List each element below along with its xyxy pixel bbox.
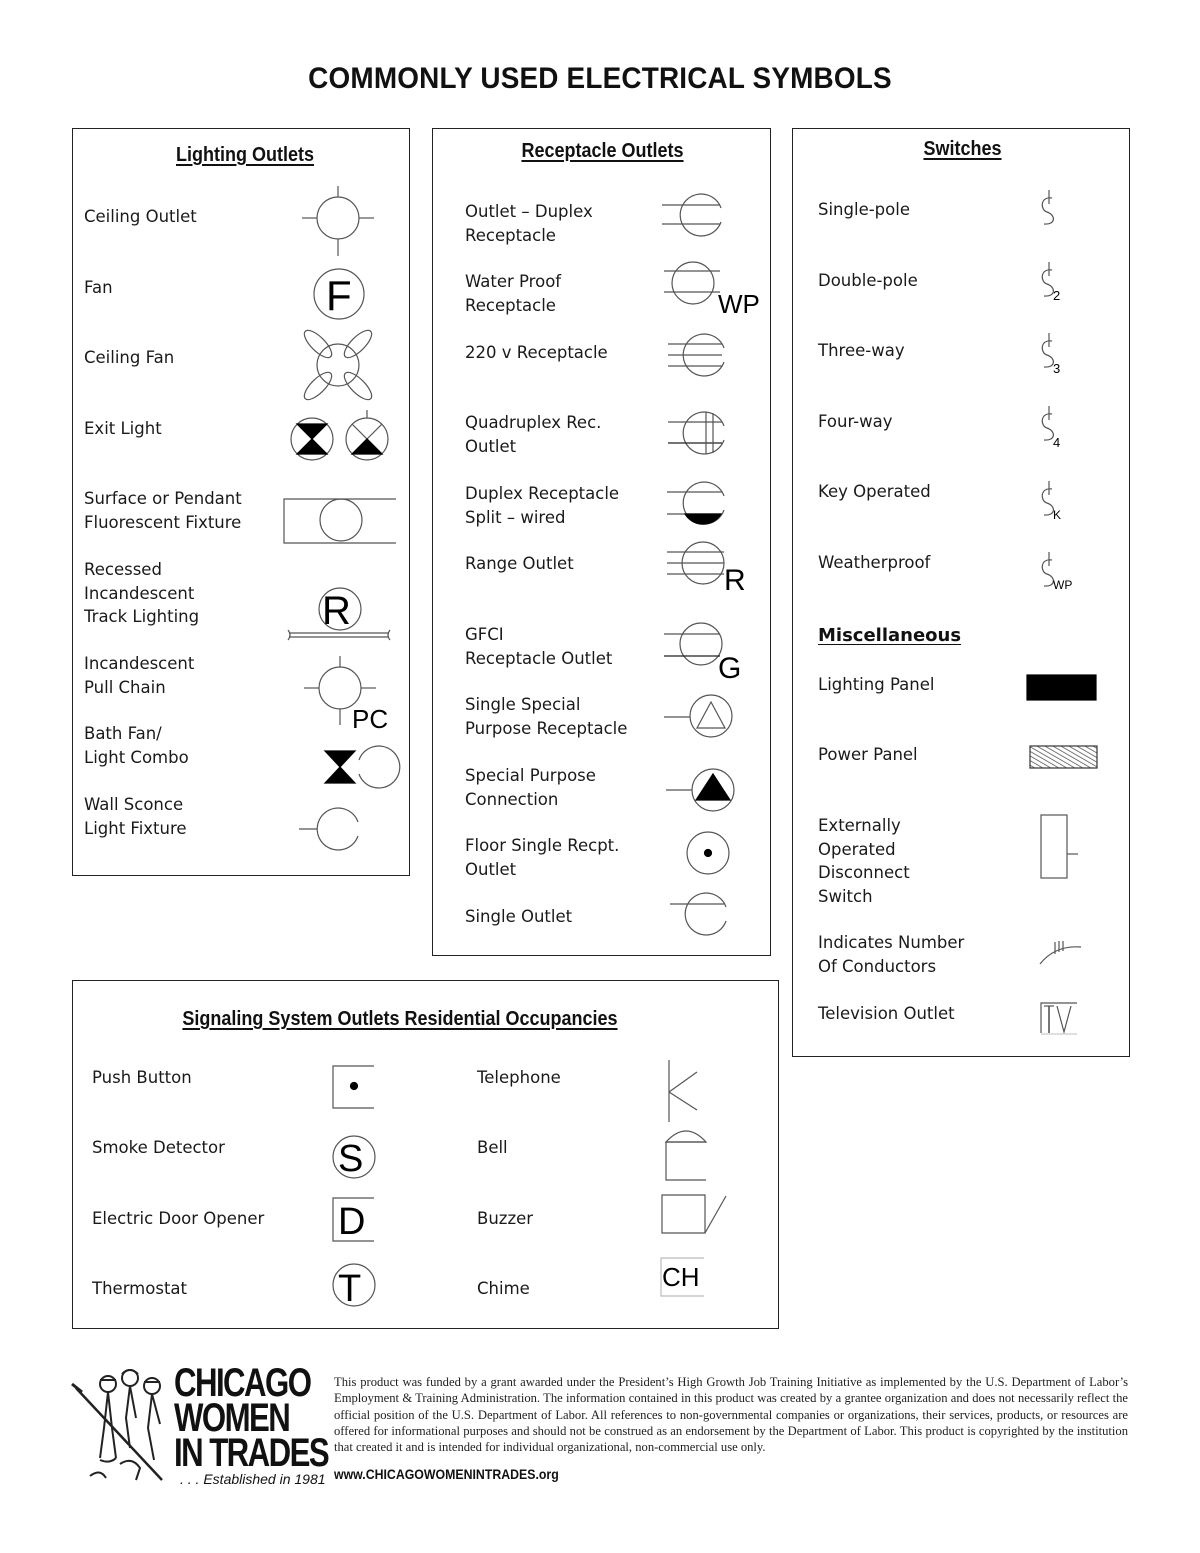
bell-icon [664, 1130, 708, 1181]
svg-text:T: T [338, 1268, 361, 1310]
svg-text:CH: CH [662, 1262, 700, 1292]
telephone-icon [668, 1060, 698, 1122]
logo-established: . . . Established in 1981 [180, 1471, 326, 1487]
logo-wordmark: CHICAGO WOMEN IN TRADES [174, 1363, 330, 1475]
smoke-detector-icon: S [332, 1135, 376, 1180]
svg-text:S: S [338, 1138, 363, 1180]
disclaimer-text: This product was funded by a grant award… [334, 1375, 1128, 1455]
website-link[interactable]: www.CHICAGOWOMENINTRADES.org [334, 1466, 559, 1482]
workers-illustration-icon [71, 1369, 163, 1481]
buzzer-icon [661, 1194, 727, 1234]
svg-text:D: D [338, 1201, 365, 1243]
door-opener-icon: D [332, 1197, 374, 1243]
logo-line-3: IN TRADES [174, 1431, 330, 1475]
thermostat-icon: T [332, 1263, 376, 1310]
signaling-symbols: S D T CH [332, 1060, 727, 1310]
push-button-icon [332, 1065, 374, 1109]
chime-icon: CH [660, 1257, 704, 1297]
